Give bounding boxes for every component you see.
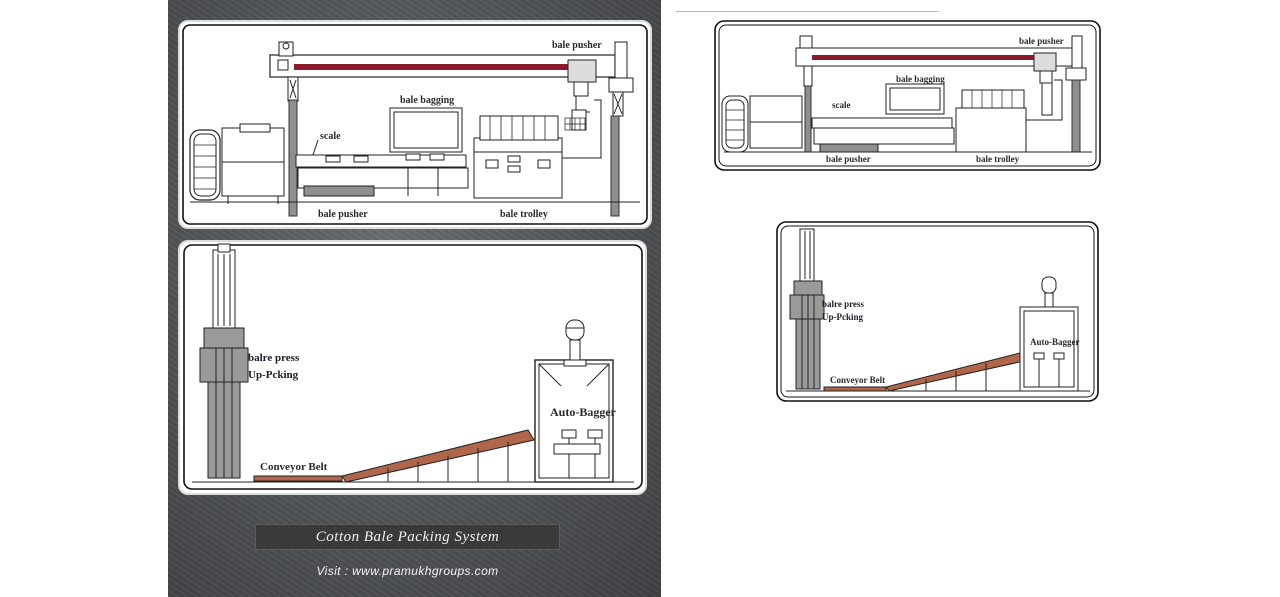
- label-auto-bagger: Auto-Bagger: [550, 405, 617, 419]
- label-bale-bagging: bale bagging: [400, 95, 454, 106]
- label-bale-trolley: bale trolley: [500, 209, 548, 220]
- label-bale-pusher-bottom: bale pusher: [318, 209, 368, 220]
- small-label-balre-press: balre press: [822, 299, 864, 309]
- label-bale-pusher-top: bale pusher: [552, 40, 602, 51]
- small-label-up-packing: Up-Pcking: [822, 312, 864, 322]
- small-label-bale-pusher-top: bale pusher: [1019, 36, 1064, 46]
- small-label-bale-bagging: bale bagging: [896, 74, 945, 84]
- top-layout-diagram-small: bale pusher scale bale bagging bale push…: [714, 20, 1101, 171]
- gantry-rail-small: [812, 55, 1034, 60]
- label-balre-press: balre press: [248, 352, 300, 364]
- gantry-rail: [294, 64, 569, 70]
- conveyor-belt-flat: [253, 475, 343, 482]
- bale-pusher-head: [567, 59, 597, 83]
- label-up-packing: Up-Pcking: [248, 369, 299, 381]
- small-label-scale: scale: [832, 100, 851, 110]
- side-elevation-diagram: balre press Up-Pcking Conveyor Belt Auto…: [178, 240, 647, 495]
- side-elevation-diagram-small: balre press Up-Pcking Conveyor Belt Auto…: [776, 221, 1099, 402]
- label-scale: scale: [320, 131, 341, 142]
- label-conveyor-belt: Conveyor Belt: [260, 461, 328, 473]
- top-layout-diagram: bale pusher scale bale bagging bale trol…: [178, 20, 652, 229]
- small-label-conveyor-belt: Conveyor Belt: [830, 375, 885, 385]
- poster-title: Cotton Bale Packing System: [255, 524, 560, 550]
- divider-line: [676, 11, 939, 12]
- small-label-bale-pusher-bottom: bale pusher: [826, 154, 871, 164]
- poster-website[interactable]: Visit : www.pramukhgroups.com: [255, 564, 560, 578]
- small-label-auto-bagger: Auto-Bagger: [1030, 337, 1080, 347]
- auto-bagger-frame: [534, 359, 614, 483]
- small-label-bale-trolley: bale trolley: [976, 154, 1020, 164]
- auto-bagger-head: [565, 319, 585, 341]
